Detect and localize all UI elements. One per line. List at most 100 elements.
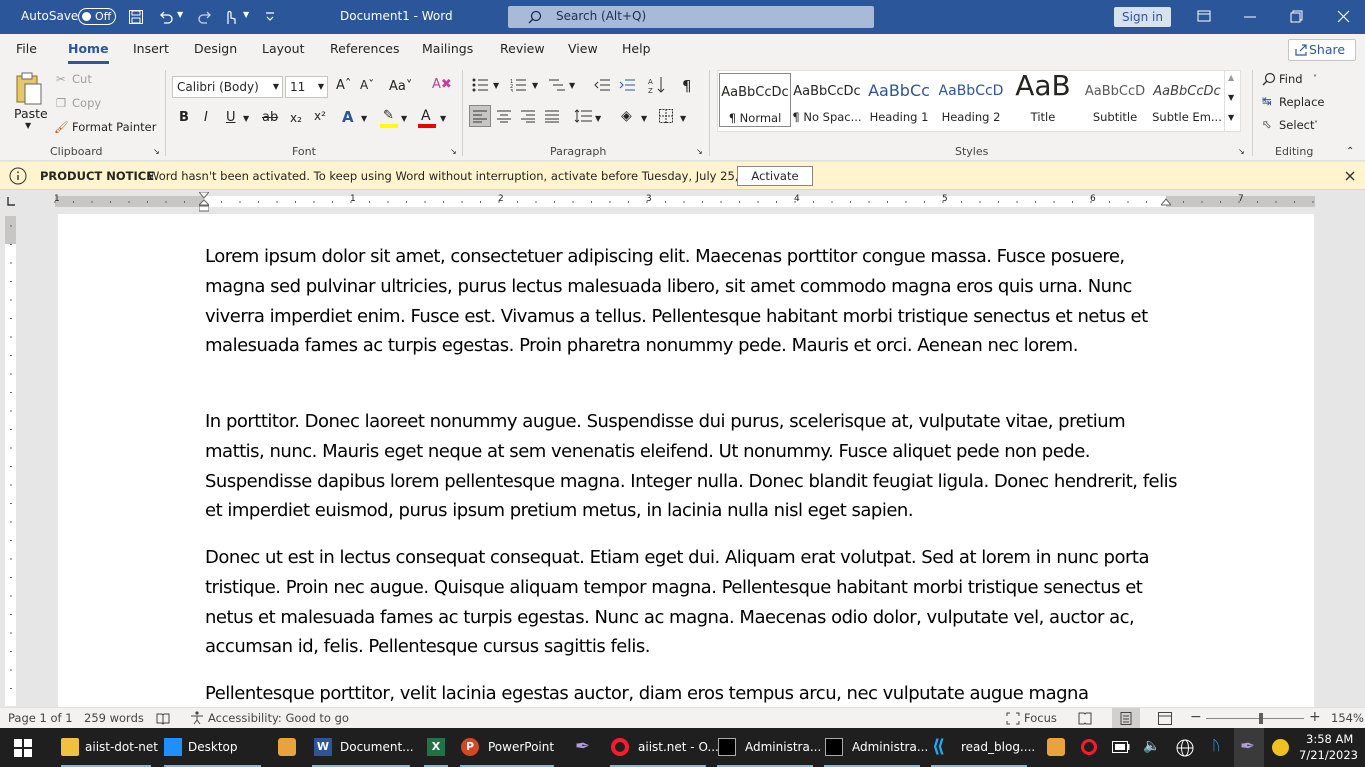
tab-layout[interactable]: Layout: [262, 41, 305, 56]
accessibility-status[interactable]: Accessibility: Good to go: [208, 711, 349, 725]
style-subtitle[interactable]: AaBbCcD Subtitle: [1079, 73, 1151, 127]
sign-in-button[interactable]: Sign in: [1114, 7, 1171, 27]
battery-icon[interactable]: [1112, 741, 1130, 753]
close-notice-icon[interactable]: [1345, 171, 1355, 181]
more-styles-icon[interactable]: ▼: [1228, 113, 1234, 122]
clock-time[interactable]: 3:58 AM: [1306, 732, 1353, 746]
highlight-icon[interactable]: ✎: [380, 108, 398, 128]
multilevel-list-icon[interactable]: [549, 78, 565, 92]
indent-marker-icon[interactable]: [199, 192, 209, 212]
taskbar-item-desktop[interactable]: Desktop: [160, 728, 265, 767]
find-dropdown-icon[interactable]: ˅: [1313, 74, 1317, 83]
taskbar-item-powerpoint[interactable]: P PowerPoint: [456, 728, 558, 767]
redo-icon[interactable]: [197, 9, 213, 25]
decrease-indent-icon[interactable]: [594, 78, 610, 92]
tray-app-icon[interactable]: [1047, 738, 1065, 756]
format-painter-button[interactable]: Format Painter: [72, 120, 156, 134]
multilevel-dropdown-icon[interactable]: ▼: [569, 81, 575, 90]
vertical-ruler[interactable]: [4, 216, 18, 706]
shading-dropdown-icon[interactable]: ▼: [641, 114, 647, 123]
taskbar-item-vscode[interactable]: ⟪ read_blog....: [927, 728, 1035, 767]
document-page[interactable]: Lorem ipsum dolor sit amet, consectetuer…: [58, 214, 1314, 707]
style-heading-2[interactable]: AaBbCcD Heading 2: [935, 73, 1007, 127]
tab-selector-icon[interactable]: [5, 195, 17, 207]
page-count[interactable]: Page 1 of 1: [8, 711, 73, 725]
tray-opera-icon[interactable]: [1081, 739, 1097, 755]
underline-icon[interactable]: U: [226, 110, 236, 125]
replace-button[interactable]: Replace: [1279, 95, 1325, 109]
save-icon[interactable]: [128, 9, 144, 25]
undo-dropdown-icon[interactable]: ▼: [177, 10, 183, 19]
increase-indent-icon[interactable]: [619, 78, 635, 92]
close-icon[interactable]: [1337, 10, 1350, 23]
horizontal-ruler[interactable]: 1 1 2 3 4 5 6 7: [20, 192, 1350, 212]
touch-dropdown-icon[interactable]: ▼: [243, 10, 249, 19]
tab-review[interactable]: Review: [500, 41, 545, 56]
zoom-in-icon[interactable]: +: [1309, 709, 1321, 725]
grow-font-icon[interactable]: Aˆ: [336, 78, 351, 93]
underline-dropdown-icon[interactable]: ▼: [243, 114, 249, 123]
zoom-slider-thumb[interactable]: [1259, 713, 1263, 724]
scroll-down-icon[interactable]: ▼: [1228, 93, 1234, 102]
find-button[interactable]: Find: [1279, 72, 1303, 86]
clipboard-launcher-icon[interactable]: ↘: [153, 147, 160, 156]
focus-button[interactable]: Focus: [1024, 711, 1057, 725]
font-launcher-icon[interactable]: ↘: [450, 147, 457, 156]
document-paragraph[interactable]: In porttitor. Donec laoreet nonummy augu…: [205, 407, 1180, 526]
strikethrough-icon[interactable]: ab: [262, 110, 278, 125]
align-center-icon[interactable]: [497, 109, 511, 123]
bluetooth-icon[interactable]: ᚢ: [1212, 738, 1220, 754]
tab-insert[interactable]: Insert: [133, 41, 169, 56]
minimize-icon[interactable]: [1244, 16, 1256, 18]
font-family-select[interactable]: Calibri (Body) ▼: [172, 76, 283, 98]
tab-file[interactable]: File: [16, 41, 37, 56]
read-mode-icon[interactable]: [1078, 712, 1092, 725]
ribbon-display-icon[interactable]: [1197, 10, 1211, 22]
activate-button[interactable]: Activate: [737, 166, 813, 186]
clock-date[interactable]: 7/21/2023: [1299, 748, 1358, 762]
taskbar-item-pen[interactable]: ✒: [568, 728, 600, 767]
tab-design[interactable]: Design: [194, 41, 237, 56]
web-layout-icon[interactable]: [1158, 712, 1172, 725]
font-color-icon[interactable]: A: [418, 108, 436, 128]
proofing-icon[interactable]: [156, 712, 170, 725]
autosave-toggle[interactable]: Off: [78, 8, 116, 25]
tab-help[interactable]: Help: [622, 41, 651, 56]
style-no-spacing[interactable]: AaBbCcDc ¶ No Spac...: [791, 73, 863, 127]
tab-mailings[interactable]: Mailings: [422, 41, 473, 56]
document-paragraph[interactable]: Lorem ipsum dolor sit amet, consectetuer…: [205, 242, 1180, 361]
change-case-icon[interactable]: Aa˅: [389, 79, 412, 94]
line-spacing-icon[interactable]: [574, 109, 592, 123]
customize-qat-icon[interactable]: [264, 10, 276, 22]
taskbar-item-explorer[interactable]: aiist-dot-net: [57, 728, 158, 767]
align-right-icon[interactable]: [521, 109, 535, 123]
bullets-dropdown-icon[interactable]: ▼: [493, 81, 499, 90]
borders-icon[interactable]: [659, 109, 673, 123]
undo-icon[interactable]: [158, 9, 174, 25]
align-left-button[interactable]: [469, 105, 491, 127]
right-indent-icon[interactable]: [1161, 198, 1171, 208]
bold-icon[interactable]: B: [179, 110, 189, 125]
tray-pen-app[interactable]: ✒: [1234, 728, 1264, 767]
tab-home[interactable]: Home: [68, 41, 109, 64]
taskbar-item-excel[interactable]: X: [420, 728, 452, 767]
taskbar-item-cmd-2[interactable]: Administra...: [820, 728, 928, 767]
select-button[interactable]: Select: [1279, 118, 1314, 132]
bullets-icon[interactable]: [472, 78, 488, 92]
taskbar-item-cmd-1[interactable]: Administra...: [713, 728, 821, 767]
style-subtle-emphasis[interactable]: AaBbCcDc Subtle Em...: [1151, 73, 1223, 127]
windows-start-icon[interactable]: [14, 739, 32, 757]
taskbar-item-media[interactable]: [272, 728, 302, 767]
search-box[interactable]: Search (Alt+Q): [508, 6, 874, 28]
style-normal[interactable]: AaBbCcDc ¶ Normal: [719, 73, 791, 127]
show-marks-icon[interactable]: ¶: [682, 77, 692, 95]
clear-formatting-icon[interactable]: A✖: [432, 77, 452, 92]
numbering-dropdown-icon[interactable]: ▼: [532, 81, 538, 90]
paste-dropdown-icon[interactable]: ▼: [25, 121, 31, 130]
taskbar-item-opera[interactable]: aiist.net - O...: [606, 728, 719, 767]
paragraph-launcher-icon[interactable]: ↘: [696, 147, 703, 156]
text-effects-dropdown-icon[interactable]: ▼: [361, 114, 367, 123]
zoom-slider[interactable]: [1206, 718, 1304, 719]
styles-launcher-icon[interactable]: ↘: [1238, 147, 1245, 156]
tray-vpn-icon[interactable]: [1272, 739, 1289, 756]
